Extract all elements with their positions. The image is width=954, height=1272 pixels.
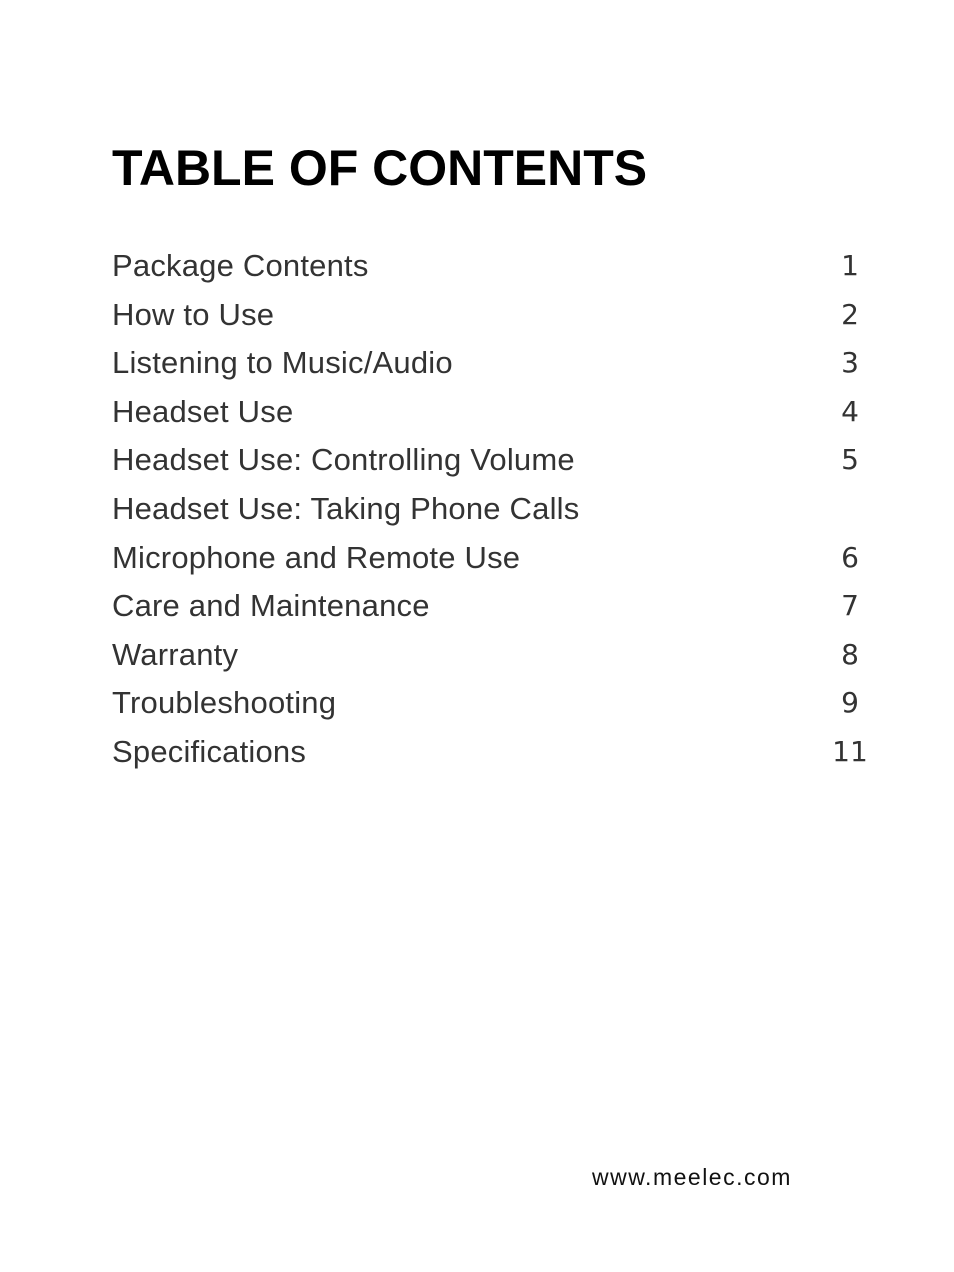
toc-entry-page: 1 [841, 249, 859, 282]
toc-entry-page: 6 [841, 540, 859, 574]
toc-entry-page: 2 [841, 297, 859, 331]
toc-entry-page: 7 [841, 589, 859, 623]
toc-entry-label: Troubleshooting [112, 685, 337, 721]
toc-entry[interactable]: Troubleshooting 9 [112, 679, 872, 728]
toc-entry[interactable]: Care and Maintenance 7 [112, 582, 872, 631]
page-title: TABLE OF CONTENTS [112, 140, 648, 196]
toc-entry-label: Headset Use: Taking Phone Calls [112, 490, 580, 526]
toc-entry-page: 3 [841, 346, 859, 380]
toc-entry-label: Specifications [112, 733, 307, 769]
toc-entry-label: Care and Maintenance [112, 588, 430, 624]
toc-entry[interactable]: Headset Use 4 [112, 388, 872, 437]
toc-entry-page: 11 [832, 734, 868, 768]
toc-entry-page: 9 [841, 686, 859, 720]
toc-entry-label: Headset Use: Controlling Volume [112, 442, 575, 478]
toc-entry[interactable]: Warranty 8 [112, 631, 872, 680]
toc-entry[interactable]: How to Use 2 [112, 291, 872, 340]
toc-entry-label: Microphone and Remote Use [112, 539, 521, 575]
toc-entry-page: 4 [841, 394, 859, 428]
toc-entry-page: 8 [841, 637, 859, 671]
toc-entry[interactable]: Headset Use: Controlling Volume 5 [112, 436, 872, 485]
toc-entry-label: Headset Use [112, 393, 294, 429]
toc-entry-label: Warranty [112, 636, 239, 672]
toc-entry[interactable]: Headset Use: Taking Phone Calls [112, 485, 872, 534]
toc-entry[interactable]: Specifications 11 [112, 728, 872, 777]
footer-website: www.meelec.com [592, 1164, 792, 1190]
toc-entry-label: Listening to Music/Audio [112, 345, 453, 381]
toc-entry-label: How to Use [112, 296, 275, 332]
toc-entry[interactable]: Listening to Music/Audio 3 [112, 339, 872, 388]
table-of-contents: Package Contents 1 How to Use 2 Listenin… [112, 242, 872, 777]
toc-entry[interactable]: Package Contents 1 [112, 242, 872, 291]
toc-entry-page: 5 [841, 443, 859, 477]
toc-entry[interactable]: Microphone and Remote Use 6 [112, 534, 872, 583]
toc-entry-label: Package Contents [112, 248, 369, 283]
